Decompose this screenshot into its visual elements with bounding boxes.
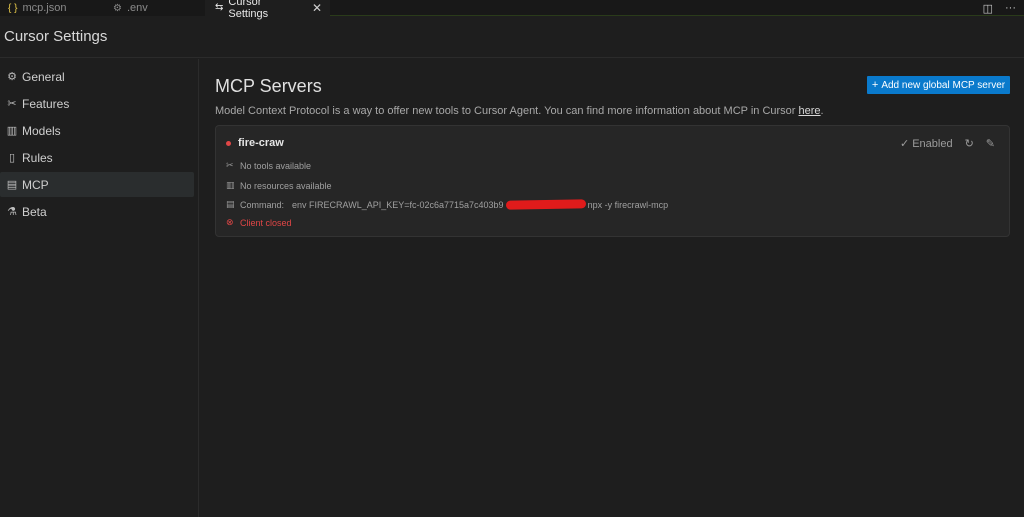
terminal-icon: ▤ [226,199,235,209]
tab-label: mcp.json [22,2,67,14]
sidebar-item-label: Models [22,123,61,138]
settings-sliders-icon: ⇆ [215,2,224,13]
server-actions: ✓ Enabled ↻ ✎ [899,137,995,151]
enabled-label: Enabled [912,137,953,150]
tab-bar: { } mcp.json ⚙ .env ⇆ Cursor Settings ✕ … [0,0,1024,20]
tools-icon: ✂ [7,98,17,110]
command-row: ▤ Command: env FIRECRAWL_API_KEY=fc-02c6… [226,199,668,210]
command-text-end: npx -y firecrawl-mcp [587,199,669,210]
error-text: Client closed [240,217,292,228]
enabled-toggle[interactable]: ✓ Enabled [899,137,953,151]
sidebar-item-features[interactable]: ✂ Features [0,91,194,116]
description-end: . [820,105,824,117]
settings-header: Cursor Settings [0,16,1024,58]
tab-label: .env [126,2,148,14]
sidebar-item-label: Rules [22,150,53,165]
tools-text: No tools available [240,160,312,171]
sidebar-item-label: Beta [22,204,47,219]
document-icon: ▯ [8,152,16,164]
tab-env[interactable]: ⚙ .env [103,0,205,16]
sidebar-item-general[interactable]: ⚙ General [0,64,194,89]
tools-row: ✂ No tools available [226,160,311,171]
tab-bar-fill [330,0,1024,16]
section-description: Model Context Protocol is a way to offer… [215,105,824,117]
library-icon: ▥ [226,180,235,190]
add-button-label: Add new global MCP server [881,79,1006,91]
split-editor-icon[interactable]: ◫ [983,2,993,15]
resources-row: ▥ No resources available [226,180,332,191]
bar-chart-icon: ▥ [6,125,18,137]
status-dot [226,140,231,146]
sidebar-item-mcp[interactable]: ▤ MCP [0,172,194,197]
page-title: Cursor Settings [4,28,108,45]
redaction-mark [505,199,586,210]
gear-icon: ⚙ [113,2,122,14]
section-title: MCP Servers [215,76,322,96]
error-row: ⊗ Client closed [226,217,292,228]
sidebar-item-label: MCP [22,177,49,192]
sidebar-item-rules[interactable]: ▯ Rules [0,145,194,170]
plus-icon: + [871,79,879,91]
tab-cursor-settings[interactable]: ⇆ Cursor Settings ✕ [205,0,330,20]
server-name: fire-craw [226,137,284,149]
json-braces-icon: { } [8,2,18,14]
more-info-link[interactable]: here [799,105,821,117]
command-text-start: env FIRECRAWL_API_KEY=fc-02c6a7715a7c403… [292,199,504,210]
description-text: Model Context Protocol is a way to offer… [215,105,799,117]
edit-icon[interactable]: ✎ [986,137,995,150]
settings-sidebar: ⚙ General ✂ Features ▥ Models ▯ Rules ▤ … [0,59,199,517]
tab-mcp-json[interactable]: { } mcp.json [0,0,103,16]
mcp-server-card: fire-craw ✓ Enabled ↻ ✎ ✂ No tools avail… [215,125,1010,237]
server-icon: ▤ [6,179,18,191]
server-name-label: fire-craw [238,137,284,149]
close-icon[interactable]: ✕ [312,1,322,15]
sidebar-item-models[interactable]: ▥ Models [0,118,194,143]
flask-icon: ⚗ [7,206,17,218]
resources-text: No resources available [240,180,332,191]
editor-actions: ◫ ··· [983,0,1016,16]
sidebar-item-label: Features [22,96,70,111]
refresh-icon[interactable]: ↻ [965,137,974,150]
error-circle-icon: ⊗ [226,217,234,227]
add-global-mcp-server-button[interactable]: + Add new global MCP server [867,76,1010,94]
more-actions-icon[interactable]: ··· [1005,2,1016,14]
check-icon: ✓ [899,138,910,150]
command-label: Command: [240,199,285,210]
tools-icon: ✂ [226,160,234,170]
gear-icon: ⚙ [7,71,17,83]
sidebar-item-beta[interactable]: ⚗ Beta [0,199,194,224]
sidebar-item-label: General [22,69,65,84]
